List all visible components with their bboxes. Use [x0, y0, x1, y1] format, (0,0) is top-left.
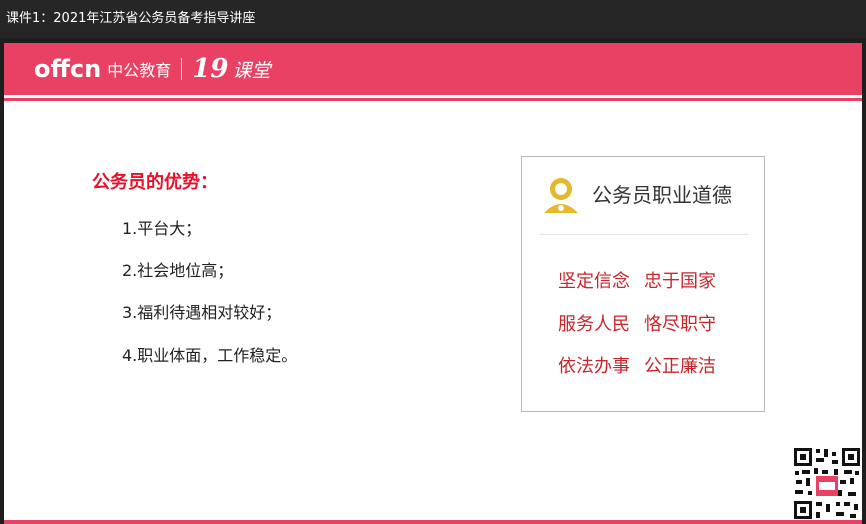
ethics-phrase: 服务人民 — [558, 314, 630, 335]
advantage-item: 3.福利待遇相对较好； — [122, 303, 282, 322]
advantages-heading: 公务员的优势： — [92, 172, 218, 193]
ethics-line: 坚定信念 忠于国家 — [558, 267, 716, 293]
ethics-card-title: 公务员职业道德 — [592, 183, 732, 207]
ethics-line: 服务人民 恪尽职守 — [558, 310, 716, 336]
logo-19-text: 19 — [192, 54, 229, 84]
offcn-logo: offcn 中公教育 19 课堂 — [34, 51, 270, 87]
ethics-card-divider — [540, 234, 748, 235]
banner-underline — [4, 98, 862, 101]
ethics-phrase: 忠于国家 — [644, 271, 716, 292]
advantage-item: 4.职业体面，工作稳定。 — [122, 346, 298, 365]
ethics-card: 公务员职业道德 坚定信念 忠于国家 服务人民 恪尽职守 依法办事 公正廉洁 — [521, 156, 765, 412]
footer-line — [4, 520, 862, 524]
ethics-line: 依法办事 公正廉洁 — [558, 352, 716, 378]
user-icon — [544, 178, 578, 213]
advantage-item: 1.平台大； — [122, 219, 202, 238]
ethics-phrase: 恪尽职守 — [644, 314, 716, 335]
logo-offcn-text: offcn — [34, 55, 102, 83]
ethics-phrase: 坚定信念 — [558, 271, 630, 292]
logo-brand-text: 中公教育 — [107, 61, 172, 80]
header-banner: offcn 中公教育 19 课堂 — [4, 43, 862, 95]
ethics-phrase: 依法办事 — [558, 356, 630, 377]
logo-ketang-text: 课堂 — [232, 59, 271, 82]
advantage-item: 2.社会地位高； — [122, 261, 234, 280]
window-title: 课件1：2021年江苏省公务员备考指导讲座 — [0, 0, 866, 38]
logo-separator — [181, 58, 183, 80]
slide: offcn 中公教育 19 课堂 公务员的优势： 1.平台大； 2.社会地位高；… — [4, 43, 862, 524]
ethics-phrase: 公正廉洁 — [644, 356, 716, 377]
qr-code-icon — [792, 446, 862, 521]
